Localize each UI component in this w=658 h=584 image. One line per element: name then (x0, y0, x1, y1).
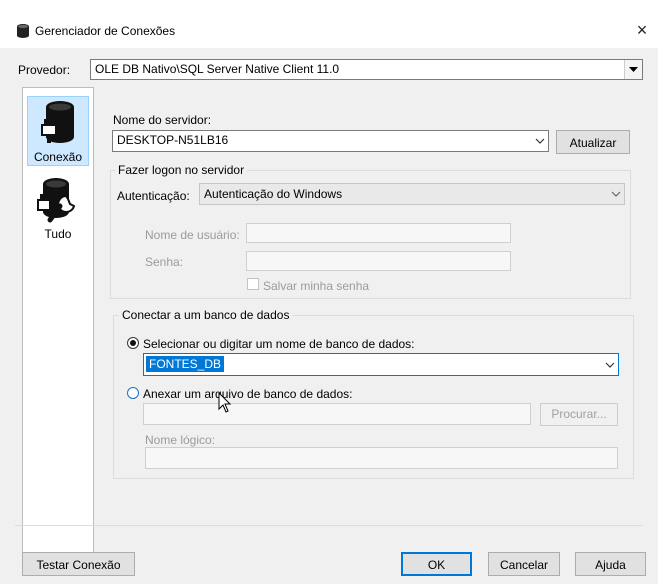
select-database-radio[interactable] (127, 337, 139, 349)
help-button[interactable]: Ajuda (575, 552, 646, 576)
save-password-checkbox[interactable] (247, 278, 259, 290)
database-group-title: Conectar a um banco de dados (119, 308, 293, 322)
chevron-down-icon[interactable] (531, 131, 548, 151)
database-plug-icon (41, 101, 74, 143)
chevron-down-icon[interactable] (624, 60, 642, 79)
username-input[interactable] (246, 223, 511, 243)
sidebar-item-tudo[interactable]: Tudo (27, 174, 89, 244)
auth-select[interactable]: Autenticação do Windows (199, 183, 625, 205)
auth-value: Autenticação do Windows (204, 187, 343, 201)
logical-name-input[interactable] (145, 447, 618, 469)
cancel-button[interactable]: Cancelar (488, 552, 560, 576)
username-label: Nome de usuário: (145, 228, 240, 242)
provider-label: Provedor: (18, 63, 71, 77)
provider-select[interactable]: OLE DB Nativo\SQL Server Native Client 1… (90, 59, 643, 80)
chevron-down-icon[interactable] (601, 354, 618, 375)
save-password-label: Salvar minha senha (263, 279, 370, 293)
ok-button[interactable]: OK (401, 552, 472, 576)
server-label: Nome do servidor: (113, 113, 212, 127)
footer-divider (15, 525, 643, 526)
title-bar: Gerenciador de Conexões × (0, 0, 658, 48)
sidebar: Conexão Tudo (22, 87, 94, 562)
test-connection-button[interactable]: Testar Conexão (22, 552, 135, 576)
database-wrench-icon (37, 178, 76, 223)
attach-database-radio[interactable] (127, 387, 139, 399)
chevron-down-icon[interactable] (607, 184, 624, 204)
password-input[interactable] (246, 251, 511, 271)
attach-database-label: Anexar um arquivo de banco de dados: (143, 387, 353, 401)
sidebar-item-label: Conexão (33, 150, 83, 164)
sidebar-item-label: Tudo (44, 227, 72, 241)
connection-manager-window: Gerenciador de Conexões × Provedor: OLE … (0, 0, 658, 584)
sidebar-item-conexao[interactable]: Conexão (27, 96, 89, 166)
browse-button[interactable]: Procurar... (540, 403, 618, 426)
select-database-label: Selecionar ou digitar um nome de banco d… (143, 337, 415, 351)
database-app-icon (17, 24, 29, 38)
logon-group-title: Fazer logon no servidor (115, 163, 248, 177)
provider-value: OLE DB Nativo\SQL Server Native Client 1… (95, 62, 340, 76)
password-label: Senha: (145, 255, 184, 269)
server-combo[interactable]: DESKTOP-N51LB16 (112, 130, 549, 152)
database-name-combo[interactable]: FONTES_DB (143, 353, 619, 376)
window-title: Gerenciador de Conexões (35, 24, 176, 38)
database-name-value: FONTES_DB (146, 356, 225, 372)
refresh-button[interactable]: Atualizar (556, 130, 630, 154)
logical-name-label: Nome lógico: (145, 433, 216, 447)
close-icon[interactable]: × (630, 18, 654, 42)
server-value: DESKTOP-N51LB16 (117, 133, 229, 147)
mouse-pointer-icon (218, 392, 232, 413)
auth-label: Autenticação: (117, 189, 190, 203)
attach-file-input[interactable] (143, 403, 531, 425)
